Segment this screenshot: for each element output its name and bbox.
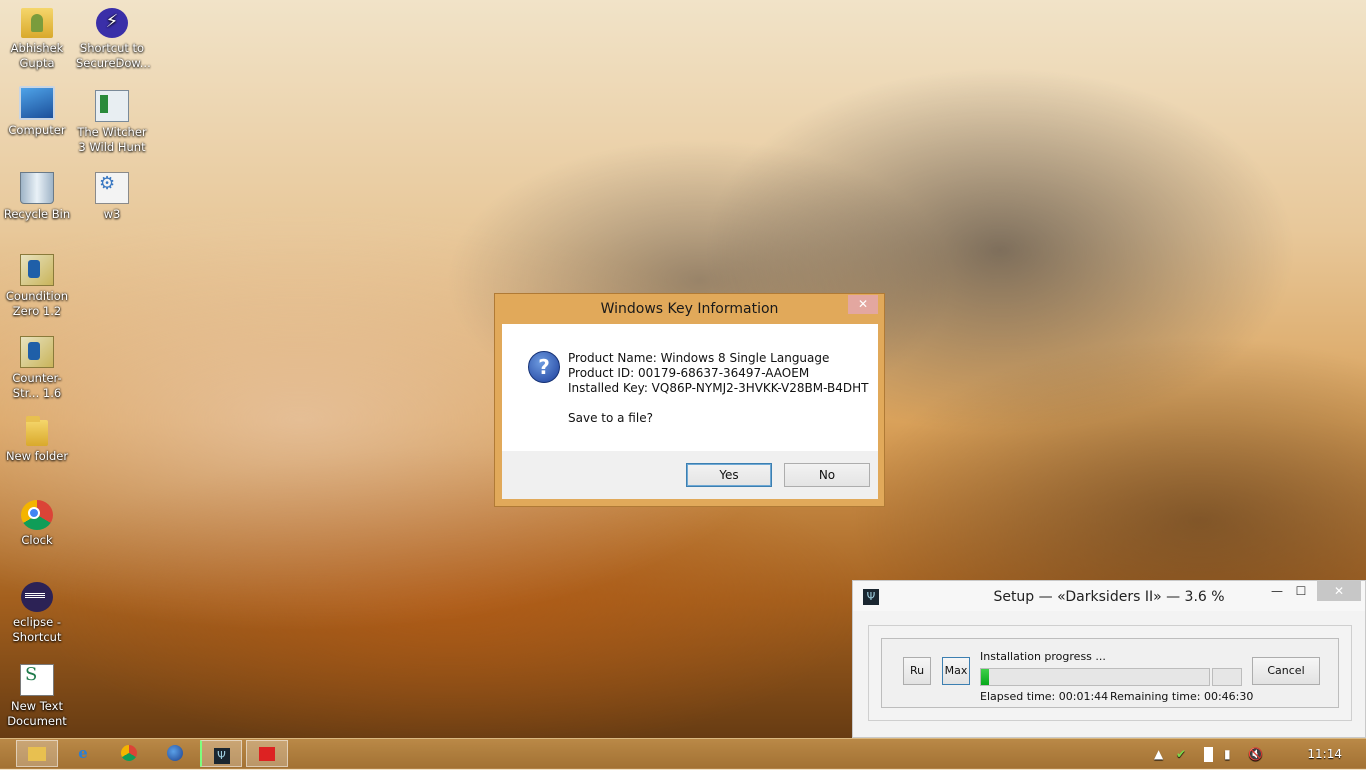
windows-key-dialog: Windows Key Information ✕ ? Product Name… bbox=[494, 293, 885, 507]
desktop-icon-securedownload[interactable]: ⚡ Shortcut to SecureDow... bbox=[76, 8, 151, 71]
desktop-icon-label: Computer bbox=[8, 123, 66, 137]
taskbar-firefox[interactable] bbox=[154, 740, 196, 767]
desktop-icon-new-folder[interactable]: New folder bbox=[1, 416, 73, 464]
user-folder-icon bbox=[21, 8, 53, 38]
signal-icon: ▮ bbox=[1224, 747, 1231, 761]
maximize-icon: ☐ bbox=[1295, 584, 1307, 598]
tray-network[interactable]: ▮ bbox=[1224, 739, 1231, 769]
desktop-icon-label: Shortcut to SecureDow... bbox=[76, 41, 151, 70]
cancel-button[interactable]: Cancel bbox=[1252, 657, 1320, 685]
speaker-muted-icon: 🔇 bbox=[1248, 747, 1263, 761]
setup-window: Ψ Setup — «Darksiders II» — 3.6 % — ☐ ✕ … bbox=[852, 580, 1366, 738]
computer-icon bbox=[19, 86, 55, 120]
setup-frame: Ru Max Installation progress ... Elapsed… bbox=[868, 625, 1352, 721]
taskbar-file-explorer[interactable] bbox=[16, 740, 58, 767]
desktop-icon-abhishek-gupta[interactable]: Abhishek Gupta bbox=[1, 8, 73, 71]
desktop-icon-new-text-document[interactable]: New Text Document bbox=[1, 664, 73, 729]
desktop-icon-label: Clock bbox=[21, 533, 53, 547]
product-name-text: Product Name: Windows 8 Single Language bbox=[568, 351, 830, 365]
taskbar: e Ψ ▲ ✔ ▮ 🔇 11:14 bbox=[0, 738, 1366, 769]
chevron-up-icon: ▲ bbox=[1154, 747, 1164, 761]
desktop-icon-condition-zero[interactable]: Coundition Zero 1.2 bbox=[1, 254, 73, 319]
desktop-icon-label: Counter-Str... 1.6 bbox=[12, 371, 62, 400]
progress-bar-secondary bbox=[1212, 668, 1242, 686]
taskbar-key-tool[interactable] bbox=[246, 740, 288, 767]
internet-explorer-icon: e bbox=[78, 744, 88, 762]
progress-bar bbox=[980, 668, 1210, 686]
bolt-icon: ⚡ bbox=[96, 8, 128, 38]
tray-volume[interactable]: 🔇 bbox=[1248, 739, 1263, 769]
dialog-content: ? Product Name: Windows 8 Single Languag… bbox=[502, 324, 878, 451]
setup-panel: Ru Max Installation progress ... Elapsed… bbox=[881, 638, 1339, 708]
dialog-footer: Yes No bbox=[502, 451, 878, 499]
close-icon: ✕ bbox=[857, 297, 869, 311]
dialog-close-button[interactable]: ✕ bbox=[848, 295, 878, 314]
desktop-icon-label: Coundition Zero 1.2 bbox=[5, 289, 69, 318]
shield-check-icon: ✔ bbox=[1176, 747, 1187, 761]
show-hidden-icons-button[interactable]: ▲ bbox=[1154, 739, 1163, 769]
taskbar-clock[interactable]: 11:14 bbox=[1307, 747, 1342, 761]
tray-battery[interactable] bbox=[1204, 739, 1213, 769]
key-tool-icon bbox=[259, 747, 275, 761]
desktop-icon-computer[interactable]: Computer bbox=[1, 86, 73, 138]
desktop-icon-label: Recycle Bin bbox=[3, 207, 71, 221]
taskbar-internet-explorer[interactable]: e bbox=[62, 740, 104, 767]
installed-key-text: Installed Key: VQ86P-NYMJ2-3HVKK-V28BM-B… bbox=[568, 381, 869, 395]
recycle-bin-icon bbox=[20, 172, 54, 204]
witcher-icon bbox=[95, 90, 129, 122]
eclipse-icon bbox=[21, 582, 53, 612]
yes-button[interactable]: Yes bbox=[686, 463, 772, 487]
product-id-text: Product ID: 00179-68637-36497-AAOEM bbox=[568, 366, 810, 380]
close-icon: ✕ bbox=[1333, 584, 1345, 598]
settings-file-icon bbox=[95, 172, 129, 204]
ru-button[interactable]: Ru bbox=[903, 657, 931, 685]
desktop-icon-label: The Witcher 3 Wild Hunt bbox=[77, 125, 147, 154]
taskbar-chrome[interactable] bbox=[108, 740, 150, 767]
desktop-icon-label: Abhishek Gupta bbox=[10, 41, 64, 70]
setup-titlebar[interactable]: Ψ Setup — «Darksiders II» — 3.6 % — ☐ ✕ bbox=[853, 581, 1365, 611]
setup-close-button[interactable]: ✕ bbox=[1317, 581, 1361, 601]
folder-icon bbox=[26, 416, 48, 446]
text-document-icon bbox=[20, 664, 54, 696]
battery-icon bbox=[1204, 747, 1213, 762]
firefox-icon bbox=[167, 745, 183, 761]
question-icon: ? bbox=[528, 351, 560, 383]
desktop-icon-counter-strike[interactable]: Counter-Str... 1.6 bbox=[1, 336, 73, 401]
minimize-icon: — bbox=[1271, 584, 1283, 598]
taskbar-setup[interactable]: Ψ bbox=[200, 740, 242, 767]
chrome-icon bbox=[21, 500, 53, 530]
desktop-icon-label: New folder bbox=[5, 449, 69, 463]
remaining-time-text: Remaining time: 00:46:30 bbox=[1110, 690, 1254, 703]
dialog-titlebar[interactable]: Windows Key Information ✕ bbox=[495, 294, 884, 324]
desktop-icon-label: New Text Document bbox=[7, 699, 67, 728]
desktop-icon-label: w3 bbox=[103, 207, 121, 221]
setup-icon: Ψ bbox=[213, 748, 230, 764]
desktop-icon-clock[interactable]: Clock bbox=[1, 500, 73, 548]
progress-fill bbox=[981, 669, 990, 685]
dialog-message: Product Name: Windows 8 Single Language … bbox=[568, 351, 868, 426]
maximize-button[interactable]: ☐ bbox=[1287, 581, 1315, 601]
progress-label: Installation progress ... bbox=[980, 650, 1106, 663]
chrome-icon bbox=[121, 745, 137, 761]
desktop-icon-eclipse[interactable]: eclipse - Shortcut bbox=[1, 582, 73, 645]
cs-icon bbox=[20, 336, 54, 368]
max-button[interactable]: Max bbox=[942, 657, 970, 685]
desktop-icon-recycle-bin[interactable]: Recycle Bin bbox=[1, 172, 73, 222]
file-explorer-icon bbox=[28, 747, 46, 761]
desktop-icon-label: eclipse - Shortcut bbox=[12, 615, 62, 644]
desktop-icon-w3[interactable]: w3 bbox=[76, 172, 148, 222]
elapsed-time-text: Elapsed time: 00:01:44 bbox=[980, 690, 1109, 703]
cs-icon bbox=[20, 254, 54, 286]
no-button[interactable]: No bbox=[784, 463, 870, 487]
tray-security[interactable]: ✔ bbox=[1176, 739, 1186, 769]
dialog-title: Windows Key Information bbox=[600, 301, 779, 317]
desktop-icon-witcher[interactable]: The Witcher 3 Wild Hunt bbox=[76, 90, 148, 155]
save-question-text: Save to a file? bbox=[568, 411, 653, 425]
